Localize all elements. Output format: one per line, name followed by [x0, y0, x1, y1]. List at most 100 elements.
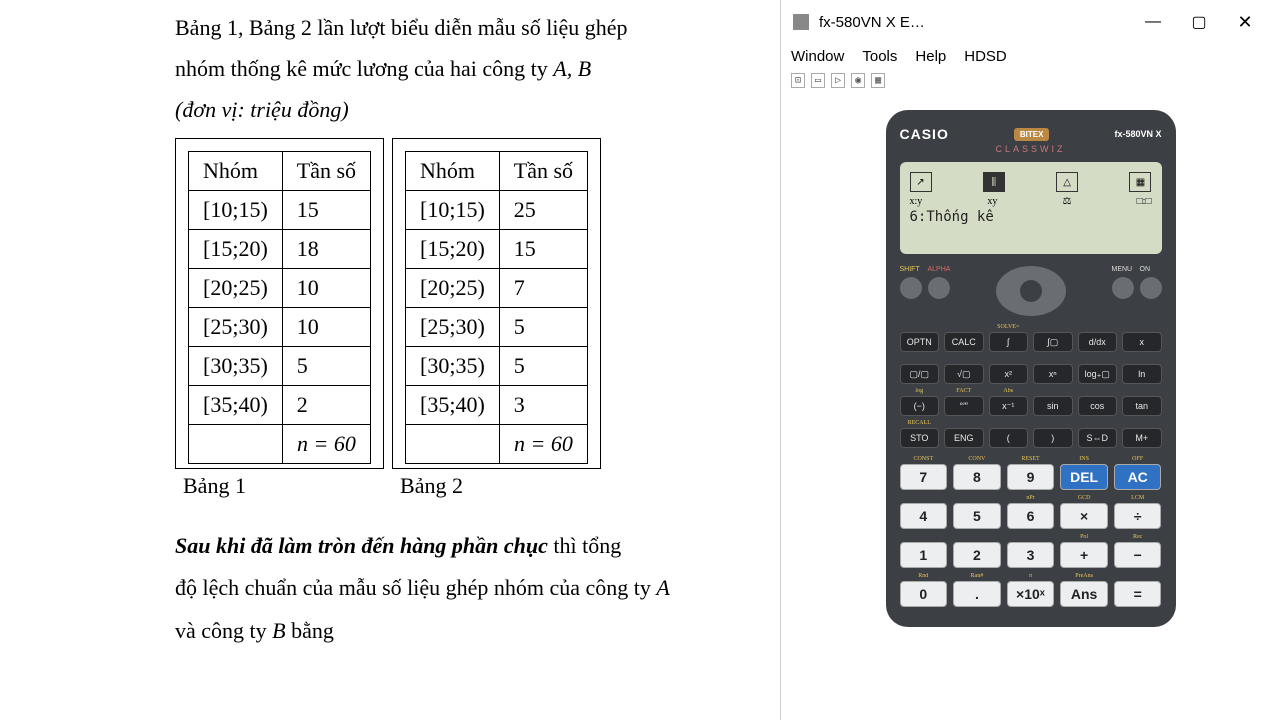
minus-button[interactable]: −: [1114, 542, 1162, 568]
num-5[interactable]: 5: [953, 503, 1001, 529]
classwiz-label: CLASSWIZ: [900, 144, 1162, 154]
toolbar-icon[interactable]: ◉: [851, 73, 865, 88]
num-2[interactable]: 2: [953, 542, 1001, 568]
app-icon: [793, 14, 809, 30]
num-1[interactable]: 1: [900, 542, 948, 568]
cos-button[interactable]: cos: [1078, 396, 1118, 416]
table-row: [10;15)25: [406, 190, 588, 229]
del-button[interactable]: DEL: [1060, 464, 1108, 490]
plus-button[interactable]: +: [1060, 542, 1108, 568]
num-3[interactable]: 3: [1007, 542, 1055, 568]
num-0[interactable]: 0: [900, 581, 948, 607]
frac-button[interactable]: ▢/▢: [900, 364, 940, 384]
table-1: NhómTần số [10;15)15 [15;20)18 [20;25)10…: [188, 151, 371, 464]
fn-button[interactable]: d/dx: [1078, 332, 1118, 352]
table-row: [25;30)5: [406, 307, 588, 346]
mplus-button[interactable]: M+: [1122, 428, 1162, 448]
divide-button[interactable]: ÷: [1114, 503, 1162, 529]
menu-tools[interactable]: Tools: [862, 48, 897, 65]
tan-button[interactable]: tan: [1122, 396, 1162, 416]
toolbar-icon[interactable]: ▦: [871, 73, 885, 88]
integral-button[interactable]: ∫: [989, 332, 1029, 352]
eng-button[interactable]: ENG: [944, 428, 984, 448]
numeric-keypad: CONST7 CONV8 RESET9 INSDEL OFFAC 4 5 nPr…: [900, 456, 1162, 607]
num-8[interactable]: 8: [953, 464, 1001, 490]
num-6[interactable]: 6: [1007, 503, 1055, 529]
table-2: NhómTần số [10;15)25 [15;20)15 [20;25)7 …: [405, 151, 588, 464]
paragraph-1: Bảng 1, Bảng 2 lần lượt biểu diễn mẫu số…: [175, 10, 755, 45]
table-1-wrap: NhómTần số [10;15)15 [15;20)18 [20;25)10…: [175, 138, 392, 503]
table-row: n = 60: [406, 424, 588, 463]
titlebar: fx-580VN X E… — ▢ ✕: [781, 0, 1280, 44]
menu-window[interactable]: Window: [791, 48, 844, 65]
question-text: Sau khi đã làm tròn đến hàng phần chục t…: [175, 525, 755, 654]
on-button[interactable]: [1140, 277, 1162, 299]
shift-button[interactable]: [900, 277, 922, 299]
sd-button[interactable]: S⇔D: [1078, 428, 1118, 448]
table-row: [10;15)15: [189, 190, 371, 229]
ln-button[interactable]: ln: [1122, 364, 1162, 384]
toolbar-icon[interactable]: ⊡: [791, 73, 805, 88]
sqrt-button[interactable]: √▢: [944, 364, 984, 384]
xn-button[interactable]: xⁿ: [1033, 364, 1073, 384]
paragraph-2: nhóm thống kê mức lương của hai công ty …: [175, 51, 755, 86]
num-4[interactable]: 4: [900, 503, 948, 529]
dms-button[interactable]: °′″: [944, 396, 984, 416]
menu-hdsd[interactable]: HDSD: [964, 48, 1007, 65]
close-button[interactable]: ✕: [1222, 2, 1268, 42]
optn-button[interactable]: OPTN: [900, 332, 940, 352]
toolbar-icon[interactable]: ▷: [831, 73, 845, 88]
model-label: fx-580VN X: [1114, 129, 1161, 139]
lcd-sub-icon: xy: [987, 196, 997, 207]
lcd-sub-icon: ⚖: [1063, 196, 1072, 207]
x2-button[interactable]: x²: [989, 364, 1029, 384]
table-row: [15;20)15: [406, 229, 588, 268]
brand-casio: CASIO: [900, 126, 949, 142]
num-9[interactable]: 9: [1007, 464, 1055, 490]
alpha-button[interactable]: [928, 277, 950, 299]
calculator-window: fx-580VN X E… — ▢ ✕ Window Tools Help HD…: [780, 0, 1280, 720]
table-row: [25;30)10: [189, 307, 371, 346]
table-row: [20;25)7: [406, 268, 588, 307]
sto-button[interactable]: STO: [900, 428, 940, 448]
lparen-button[interactable]: (: [989, 428, 1029, 448]
menu-help[interactable]: Help: [915, 48, 946, 65]
table-1-caption: Bảng 1: [175, 469, 392, 503]
ans-button[interactable]: Ans: [1060, 581, 1108, 607]
table-row: n = 60: [189, 424, 371, 463]
maximize-button[interactable]: ▢: [1176, 2, 1222, 42]
rparen-button[interactable]: ): [1033, 428, 1073, 448]
menu-button[interactable]: [1112, 277, 1134, 299]
tables-row: NhómTần số [10;15)15 [15;20)18 [20;25)10…: [175, 138, 755, 503]
calculator-body: CASIO BITEX fx-580VN X CLASSWIZ ↗ ⫼ △ ▦ …: [886, 110, 1176, 627]
ac-button[interactable]: AC: [1114, 464, 1162, 490]
calc-button[interactable]: CALC: [944, 332, 984, 352]
equals-button[interactable]: =: [1114, 581, 1162, 607]
log-button[interactable]: log₊▢: [1078, 364, 1118, 384]
minimize-button[interactable]: —: [1130, 2, 1176, 42]
dot-button[interactable]: .: [953, 581, 1001, 607]
table-row: [30;35)5: [406, 346, 588, 385]
toolbar: ⊡ ▭ ▷ ◉ ▦: [781, 69, 1280, 92]
x-button[interactable]: x: [1122, 332, 1162, 352]
exp-button[interactable]: ×10ˣ: [1007, 581, 1055, 607]
xinv-button[interactable]: x⁻¹: [989, 396, 1029, 416]
fn-button[interactable]: ∫▢: [1033, 332, 1073, 352]
lcd-sub-icon: □:□: [1137, 196, 1152, 207]
num-7[interactable]: 7: [900, 464, 948, 490]
neg-button[interactable]: (−): [900, 396, 940, 416]
lcd-mode-icon-stats: ⫼: [983, 172, 1005, 192]
lcd-mode-icon: ▦: [1129, 172, 1151, 192]
dpad[interactable]: [996, 266, 1066, 316]
paragraph-unit: (đơn vị: triệu đồng): [175, 92, 755, 127]
lcd-mode-icon: ↗: [910, 172, 932, 192]
table-row: [35;40)2: [189, 385, 371, 424]
lcd-screen: ↗ ⫼ △ ▦ x:y xy ⚖ □:□ 6:Thống kê: [900, 162, 1162, 254]
sin-button[interactable]: sin: [1033, 396, 1073, 416]
menubar: Window Tools Help HDSD: [781, 44, 1280, 69]
multiply-button[interactable]: ×: [1060, 503, 1108, 529]
lcd-sub-icon: x:y: [910, 196, 923, 207]
toolbar-icon[interactable]: ▭: [811, 73, 825, 88]
lcd-mode-icon: △: [1056, 172, 1078, 192]
table-2-caption: Bảng 2: [392, 469, 609, 503]
